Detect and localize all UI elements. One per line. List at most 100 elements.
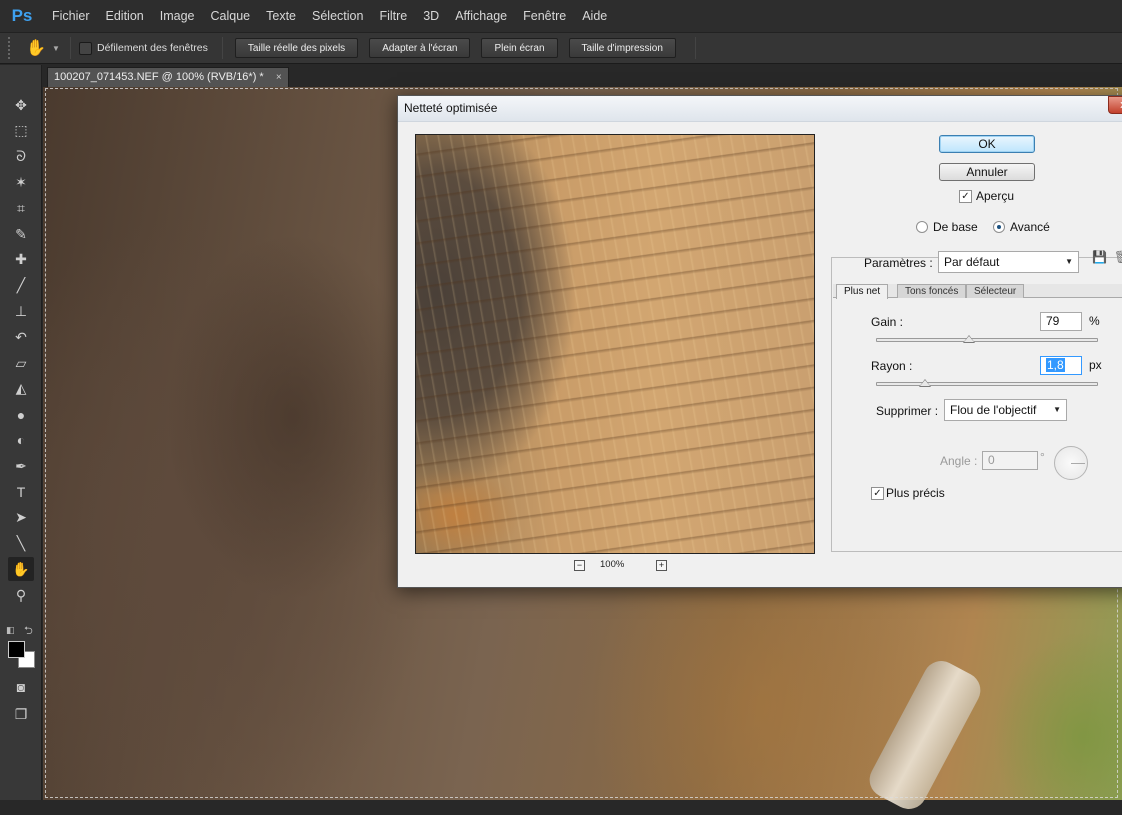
sharpen-tab-panel — [833, 299, 1122, 551]
tab-shadows[interactable]: Tons foncés — [897, 284, 967, 298]
dialog-body: − 100% + OK Annuler ✓ Aperçu De base Ava… — [404, 124, 1122, 585]
view-button[interactable]: Taille d'impression — [568, 38, 676, 58]
zoom-icon[interactable]: ⚲ — [8, 583, 34, 607]
more-accurate-label: Plus précis — [886, 486, 945, 500]
radius-input-value: 1,8 — [1046, 358, 1065, 372]
menu-item[interactable]: Calque — [203, 0, 259, 32]
menu-item[interactable]: Fichier — [44, 0, 98, 32]
tab-highlights[interactable]: Sélecteur — [966, 284, 1025, 298]
options-bar: ✋ ▼ Défilement des fenêtres Taille réell… — [0, 32, 1122, 64]
eraser-icon[interactable]: ▱ — [8, 351, 34, 375]
eyedropper-icon[interactable]: ✎ — [8, 222, 34, 246]
view-button[interactable]: Adapter à l'écran — [369, 38, 471, 58]
tool-preset-dropdown-icon[interactable]: ▼ — [52, 44, 62, 53]
amount-unit: % — [1089, 314, 1100, 328]
paint-bucket-icon[interactable]: ◭ — [8, 377, 34, 401]
settings-preset-dropdown[interactable]: Par défaut ▼ — [938, 251, 1079, 273]
preview-label: Aperçu — [976, 189, 1015, 203]
default-colors-icon[interactable]: ◧ — [6, 625, 15, 636]
menu-item[interactable]: Affichage — [447, 0, 515, 32]
zoom-out-button[interactable]: − — [574, 560, 585, 571]
menu-item[interactable]: Aide — [574, 0, 615, 32]
scroll-all-windows-checkbox[interactable] — [79, 41, 92, 55]
preview-pane[interactable] — [415, 134, 815, 554]
view-button[interactable]: Plein écran — [481, 38, 558, 58]
amount-input[interactable]: 79 — [1040, 312, 1082, 331]
blur-icon[interactable]: ● — [8, 403, 34, 427]
menu-item[interactable]: Texte — [258, 0, 304, 32]
move-icon[interactable]: ✥ — [8, 93, 34, 117]
dialog-title: Netteté optimisée — [404, 101, 498, 115]
tools-panel: ✥ ⬚ ᘐ ✶ ⌗ ✎ ✚ ╱ ⊥ ↶ ▱ ◭ ● ◐ ✒ T ➤ ╲ ✋ ⚲ ◧ ⮌ ◙ ❐ — [0, 65, 42, 800]
foreground-color-swatch[interactable] — [8, 641, 25, 658]
angle-label: Angle : — [940, 454, 978, 468]
remove-blur-dropdown[interactable]: Flou de l'objectif ▼ — [944, 399, 1067, 421]
menu-item[interactable]: Edition — [98, 0, 152, 32]
settings-preset-value: Par défaut — [944, 255, 1000, 269]
zoom-level: 100% — [600, 559, 625, 570]
menu-item[interactable]: 3D — [415, 0, 447, 32]
angle-input[interactable]: 0 — [982, 451, 1038, 470]
healing-brush-icon[interactable]: ✚ — [8, 248, 34, 272]
angle-dial[interactable] — [1054, 446, 1088, 480]
options-bar-grip[interactable] — [8, 37, 14, 59]
type-icon[interactable]: T — [8, 480, 34, 504]
quick-mask-icon[interactable]: ◙ — [8, 675, 34, 699]
magic-wand-icon[interactable]: ✶ — [8, 170, 34, 194]
dialog-close-button[interactable]: x — [1108, 96, 1122, 114]
screen-mode-icon[interactable]: ❐ — [8, 702, 34, 726]
close-document-icon[interactable]: × — [276, 68, 282, 87]
marquee-icon[interactable]: ⬚ — [8, 119, 34, 143]
chevron-down-icon: ▼ — [1053, 405, 1061, 414]
photoshop-logo: Ps — [11, 6, 33, 25]
swap-colors-icon[interactable]: ⮌ — [24, 622, 33, 641]
options-divider — [694, 37, 696, 59]
line-icon[interactable]: ╲ — [8, 532, 34, 556]
amount-label: Gain : — [871, 315, 904, 329]
menu-item[interactable]: Sélection — [304, 0, 371, 32]
cancel-button[interactable]: Annuler — [939, 163, 1035, 181]
view-buttons: Taille réelle des pixels Adapter à l'écra… — [234, 38, 687, 58]
ok-button[interactable]: OK — [939, 135, 1035, 153]
history-brush-icon[interactable]: ↶ — [8, 325, 34, 349]
amount-slider-track[interactable] — [876, 338, 1098, 342]
document-tab-strip: 100207_071453.NEF @ 100% (RVB/16*) * × — [43, 65, 1122, 87]
radius-slider-track[interactable] — [876, 382, 1098, 386]
tab-sharpen[interactable]: Plus net — [836, 284, 889, 299]
lasso-icon[interactable]: ᘐ — [8, 145, 34, 169]
basic-mode-label: De base — [933, 220, 978, 234]
hand-icon[interactable]: ✋ — [8, 557, 34, 582]
save-preset-icon[interactable]: 💾 — [1092, 250, 1110, 266]
dialog-titlebar[interactable]: Netteté optimisée x — [398, 96, 1122, 122]
radius-unit: px — [1089, 358, 1102, 372]
smart-sharpen-dialog: Netteté optimisée x − 100% + OK Annuler … — [397, 95, 1122, 588]
basic-mode-radio[interactable] — [916, 221, 928, 233]
amount-slider-thumb[interactable] — [963, 335, 976, 343]
menu-item[interactable]: Filtre — [371, 0, 415, 32]
preview-checkbox[interactable]: ✓ — [959, 190, 972, 203]
advanced-mode-radio[interactable] — [993, 221, 1005, 233]
menu-items: Fichier Edition Image Calque Texte Sélection F… — [44, 0, 615, 32]
delete-preset-icon[interactable]: 🗑 — [1114, 250, 1122, 266]
menu-bar: Ps Fichier Edition Image Calque Texte Sélecti… — [0, 0, 1122, 32]
menu-item[interactable]: Image — [152, 0, 203, 32]
pen-icon[interactable]: ✒ — [8, 454, 34, 478]
dodge-icon[interactable]: ◐ — [8, 428, 34, 452]
crop-icon[interactable]: ⌗ — [8, 196, 34, 220]
advanced-mode-label: Avancé — [1010, 220, 1050, 234]
hand-icon[interactable]: ✋ — [24, 36, 48, 60]
radius-slider-thumb[interactable] — [918, 379, 931, 387]
radius-input[interactable]: 1,8 — [1040, 356, 1082, 375]
zoom-in-button[interactable]: + — [656, 560, 667, 571]
document-tab[interactable]: 100207_071453.NEF @ 100% (RVB/16*) * × — [47, 67, 289, 87]
brush-icon[interactable]: ╱ — [8, 274, 34, 298]
angle-unit: ° — [1040, 450, 1045, 464]
path-selection-icon[interactable]: ➤ — [8, 506, 34, 530]
clone-stamp-icon[interactable]: ⊥ — [8, 299, 34, 323]
settings-label: Paramètres : — [864, 256, 933, 270]
scroll-all-windows-label: Défilement des fenêtres — [97, 42, 208, 54]
view-button[interactable]: Taille réelle des pixels — [234, 38, 359, 58]
remove-label: Supprimer : — [876, 404, 939, 418]
more-accurate-checkbox[interactable]: ✓ — [871, 487, 884, 500]
menu-item[interactable]: Fenêtre — [515, 0, 574, 32]
